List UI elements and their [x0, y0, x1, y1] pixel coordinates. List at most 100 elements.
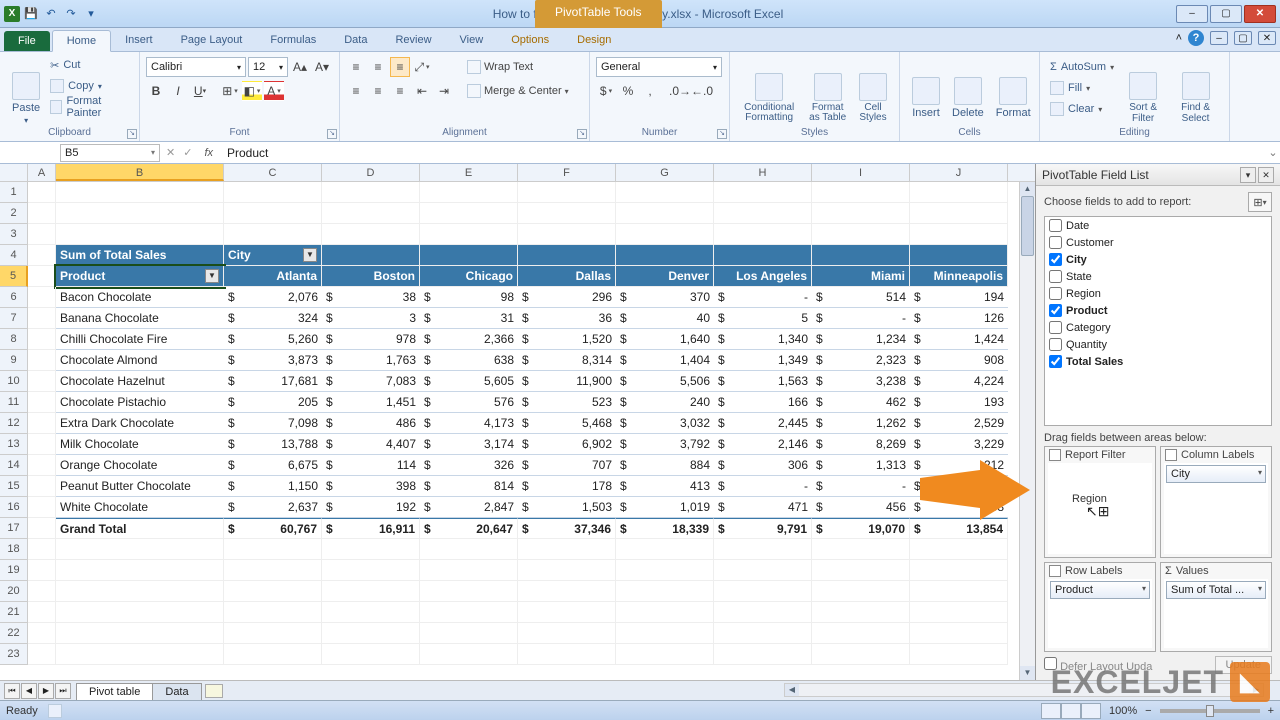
cell[interactable] — [28, 413, 56, 434]
cell[interactable] — [812, 644, 910, 665]
clipboard-dialog-icon[interactable]: ↘ — [127, 129, 137, 139]
expand-formula-bar-icon[interactable]: ⌄ — [1266, 146, 1280, 159]
row-header[interactable]: 6 — [0, 287, 28, 308]
page-break-view-icon[interactable] — [1081, 703, 1101, 719]
cell[interactable] — [28, 287, 56, 308]
cell[interactable]: $1,313 — [812, 455, 910, 476]
cell[interactable] — [28, 392, 56, 413]
tab-data[interactable]: Data — [330, 30, 381, 51]
cell[interactable] — [812, 245, 910, 266]
cell[interactable]: $2,445 — [714, 413, 812, 434]
cell[interactable]: $1,019 — [616, 497, 714, 518]
cell[interactable]: $- — [812, 476, 910, 497]
cell[interactable] — [420, 644, 518, 665]
cell[interactable]: $462 — [812, 392, 910, 413]
cell[interactable]: $2,366 — [420, 329, 518, 350]
redo-icon[interactable]: ↷ — [62, 5, 80, 23]
cell[interactable]: Peanut Butter Chocolate — [56, 476, 224, 497]
tab-design[interactable]: Design — [563, 30, 625, 51]
cell[interactable] — [224, 581, 322, 602]
cell[interactable]: Denver — [616, 266, 714, 287]
cell[interactable] — [224, 182, 322, 203]
cell[interactable] — [518, 644, 616, 665]
format-painter-button[interactable]: Format Painter — [46, 97, 133, 117]
cell[interactable] — [714, 182, 812, 203]
cell[interactable]: $1,262 — [812, 413, 910, 434]
cell[interactable]: $5,468 — [518, 413, 616, 434]
row-header[interactable]: 14 — [0, 455, 28, 476]
align-right-icon[interactable]: ≡ — [390, 81, 410, 101]
middle-align-icon[interactable]: ≡ — [368, 57, 388, 77]
cell[interactable] — [28, 203, 56, 224]
cell[interactable]: $576 — [420, 392, 518, 413]
cell[interactable] — [518, 581, 616, 602]
cell[interactable] — [910, 539, 1008, 560]
accounting-format-icon[interactable]: $ — [596, 81, 616, 101]
scroll-left-icon[interactable]: ◀ — [785, 684, 799, 696]
vertical-scrollbar[interactable]: ▲ ▼ — [1019, 182, 1035, 680]
cell[interactable]: $1,349 — [714, 350, 812, 371]
cell[interactable]: Banana Chocolate — [56, 308, 224, 329]
sheet-tab-data[interactable]: Data — [152, 683, 201, 700]
cell[interactable]: $3,032 — [616, 413, 714, 434]
align-center-icon[interactable]: ≡ — [368, 81, 388, 101]
cell[interactable]: $5 — [714, 308, 812, 329]
number-format-select[interactable]: General▾ — [596, 57, 722, 77]
cell[interactable]: $296 — [518, 287, 616, 308]
cell[interactable] — [714, 203, 812, 224]
cell[interactable] — [910, 245, 1008, 266]
cell[interactable] — [420, 623, 518, 644]
col-header-A[interactable]: A — [28, 164, 56, 181]
cell[interactable] — [518, 623, 616, 644]
first-sheet-icon[interactable]: ⏮ — [4, 683, 20, 699]
cell[interactable] — [518, 245, 616, 266]
panel-options-icon[interactable]: ▾ — [1240, 167, 1256, 183]
cell[interactable] — [56, 602, 224, 623]
zoom-percent[interactable]: 100% — [1109, 705, 1137, 717]
city-filter-icon[interactable]: ▼ — [303, 248, 317, 262]
field-checkbox[interactable] — [1049, 253, 1062, 266]
cell[interactable] — [714, 245, 812, 266]
cell[interactable]: $1,640 — [616, 329, 714, 350]
cell[interactable] — [56, 560, 224, 581]
cell[interactable] — [518, 602, 616, 623]
copy-button[interactable]: Copy▾ — [46, 76, 133, 96]
clear-button[interactable]: Clear — [1046, 99, 1118, 119]
cell[interactable] — [420, 203, 518, 224]
cell[interactable] — [714, 623, 812, 644]
close-button[interactable]: ✕ — [1244, 5, 1276, 23]
col-header-C[interactable]: C — [224, 164, 322, 181]
cell[interactable]: $36 — [518, 308, 616, 329]
cell[interactable] — [28, 476, 56, 497]
shrink-font-icon[interactable]: A▾ — [312, 57, 332, 77]
cell[interactable] — [812, 560, 910, 581]
cell[interactable] — [28, 224, 56, 245]
cell[interactable] — [714, 581, 812, 602]
col-header-H[interactable]: H — [714, 164, 812, 181]
cell[interactable] — [812, 581, 910, 602]
cell[interactable]: Milk Chocolate — [56, 434, 224, 455]
cell[interactable] — [322, 581, 420, 602]
cell[interactable] — [616, 560, 714, 581]
report-filter-area[interactable]: Report Filter Region ↖⊞ — [1044, 446, 1156, 558]
undo-icon[interactable]: ↶ — [42, 5, 60, 23]
field-checkbox[interactable] — [1049, 236, 1062, 249]
cell[interactable] — [910, 581, 1008, 602]
cell[interactable]: $486 — [322, 413, 420, 434]
grow-font-icon[interactable]: A▴ — [290, 57, 310, 77]
cell[interactable]: $8,269 — [812, 434, 910, 455]
cell[interactable] — [518, 203, 616, 224]
field-checkbox[interactable] — [1049, 304, 1062, 317]
cell[interactable] — [812, 602, 910, 623]
cell[interactable]: $ — [910, 476, 1008, 497]
field-city[interactable]: City — [1045, 251, 1271, 268]
cut-button[interactable]: ✂Cut — [46, 55, 133, 75]
field-date[interactable]: Date — [1045, 217, 1271, 234]
cell[interactable] — [28, 245, 56, 266]
cell[interactable] — [420, 560, 518, 581]
cell[interactable]: Chicago — [420, 266, 518, 287]
cell[interactable] — [616, 539, 714, 560]
field-region[interactable]: Region — [1045, 285, 1271, 302]
cell[interactable] — [910, 203, 1008, 224]
col-header-B[interactable]: B — [56, 164, 224, 181]
